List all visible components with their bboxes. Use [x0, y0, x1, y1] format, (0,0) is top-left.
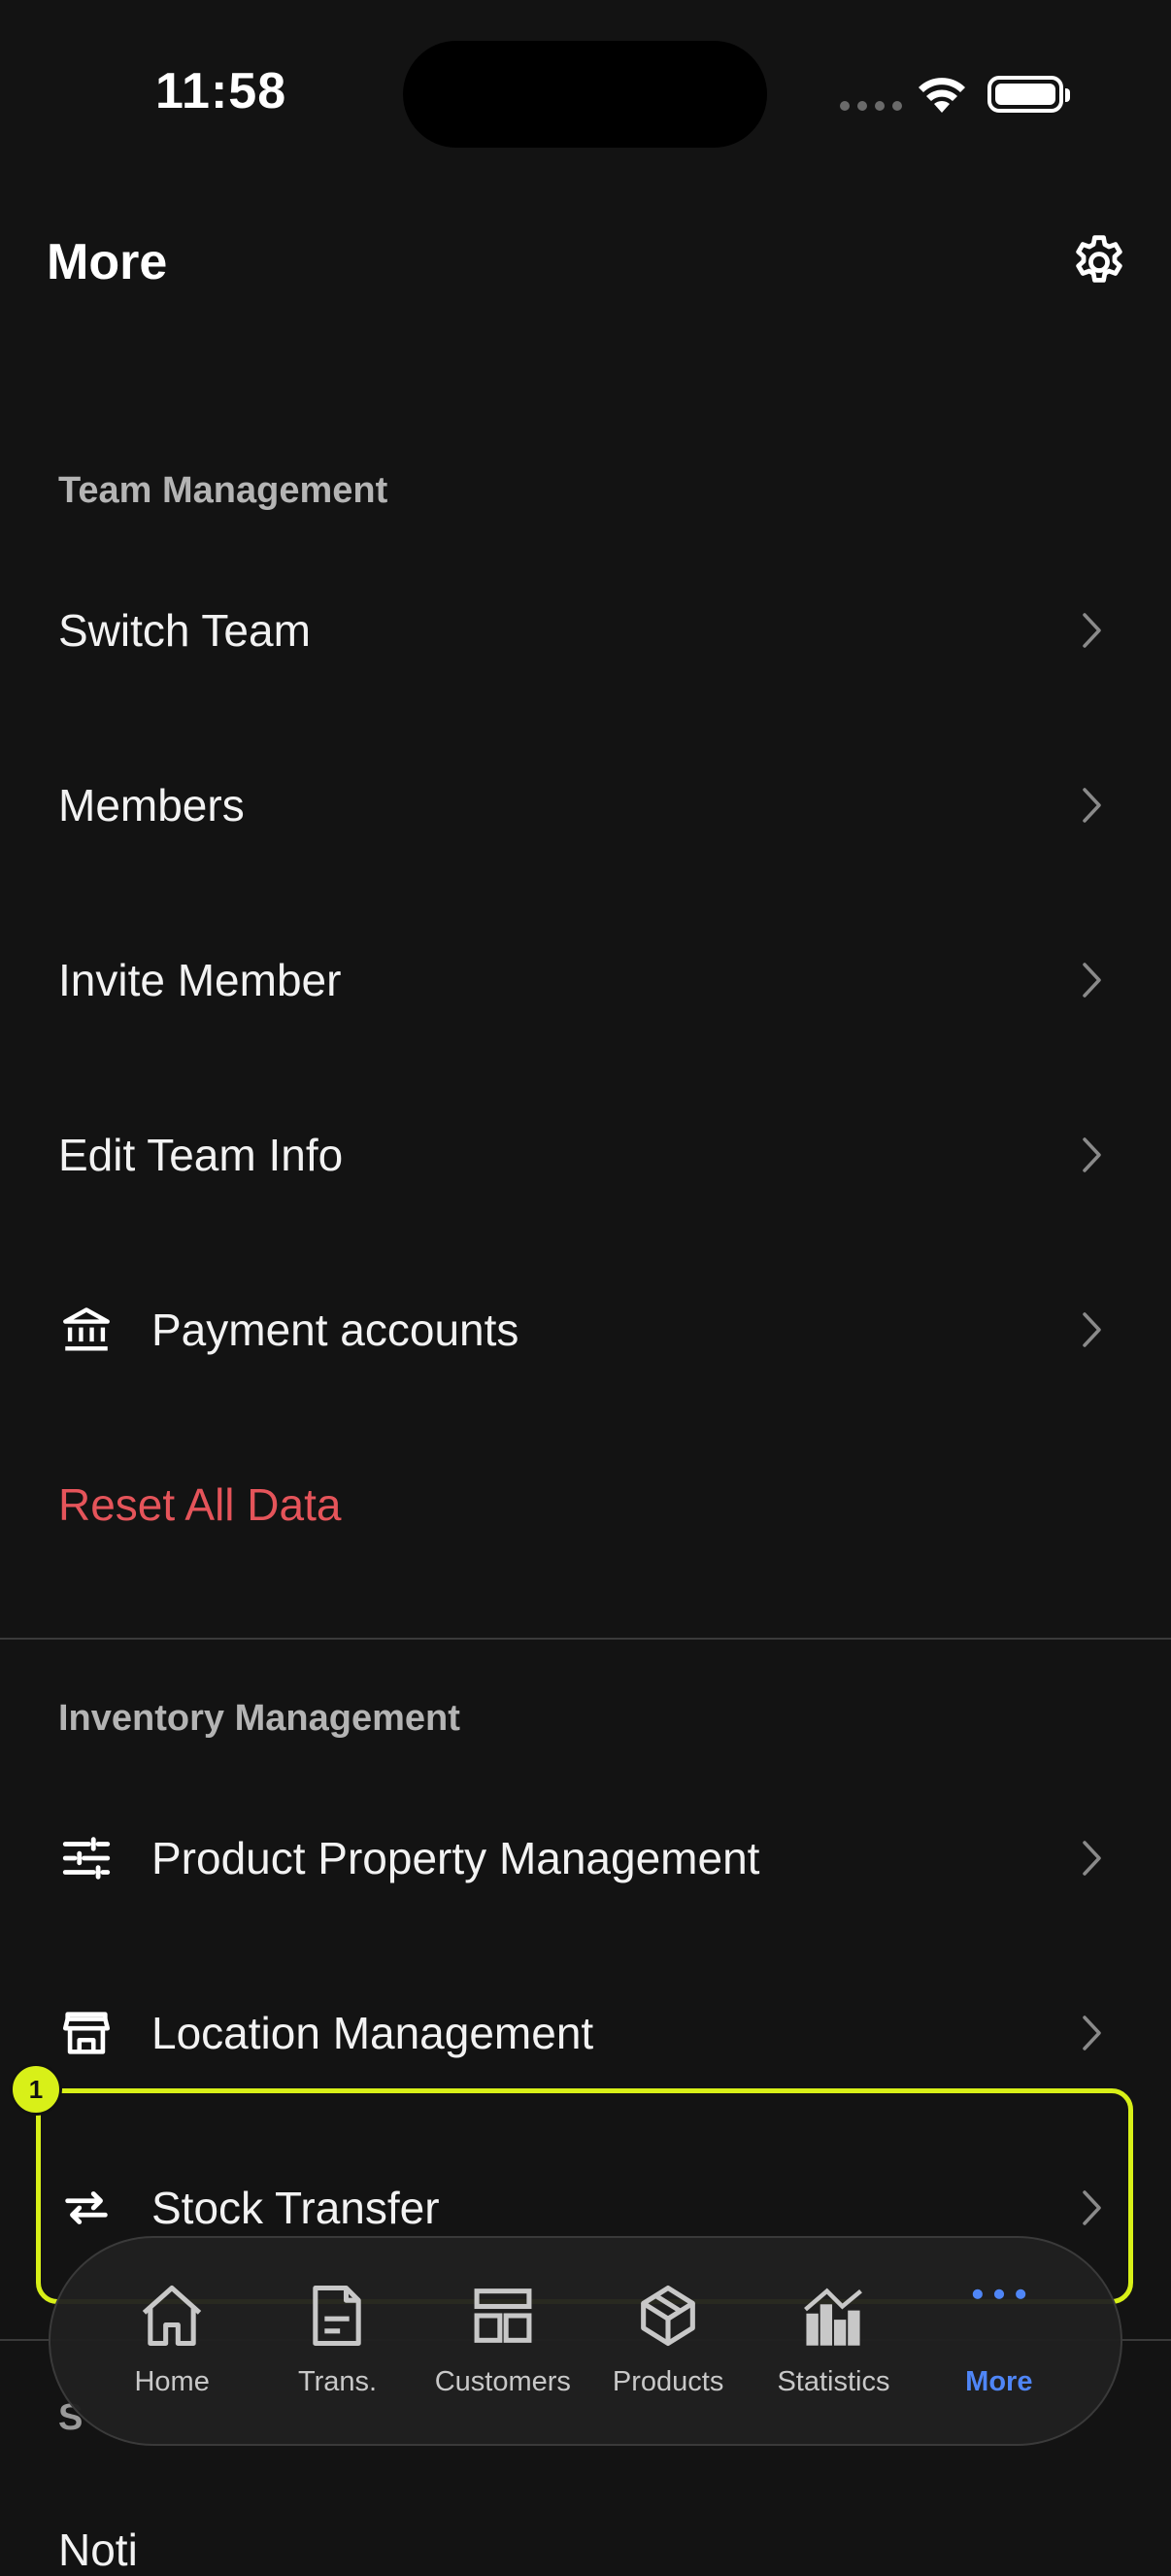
section-divider: [0, 1638, 1171, 1640]
wifi-icon: [919, 78, 965, 113]
status-time: 11:58: [155, 63, 287, 119]
tab-customers[interactable]: Customers: [420, 2238, 586, 2444]
tab-home[interactable]: Home: [89, 2238, 254, 2444]
menu-item-partial[interactable]: Noti: [58, 2524, 138, 2576]
menu-item-label: Location Management: [151, 2008, 594, 2058]
menu-item-label: Members: [58, 780, 245, 830]
tab-bar: Home Trans. Customers Products Statistic…: [49, 2236, 1122, 2446]
document-icon: [313, 2285, 362, 2347]
menu-item-product-property-management[interactable]: Product Property Management: [0, 1785, 1171, 1931]
sliders-icon: [62, 1837, 111, 1880]
tab-label: Statistics: [777, 2366, 890, 2397]
grid-icon: [474, 2288, 532, 2343]
chevron-right-icon: [1083, 788, 1101, 823]
menu-item-location-management[interactable]: Location Management: [0, 1960, 1171, 2106]
chevron-right-icon: [1083, 963, 1101, 998]
chevron-right-icon: [1083, 2016, 1101, 2051]
dynamic-island: [403, 41, 767, 148]
more-dots-icon: [972, 2288, 1026, 2299]
battery-icon: [987, 76, 1070, 113]
bank-icon: [63, 1307, 110, 1351]
page-title: More: [47, 234, 168, 290]
cellular-signal-icon: [840, 101, 902, 111]
box-icon: [641, 2285, 696, 2347]
tab-products[interactable]: Products: [586, 2238, 751, 2444]
menu-item-label: Invite Member: [58, 955, 342, 1005]
menu-item-label: Product Property Management: [151, 1833, 760, 1883]
tab-trans[interactable]: Trans.: [254, 2238, 419, 2444]
section-title-inventory-management: Inventory Management: [58, 1698, 460, 1739]
menu-item-label: Switch Team: [58, 605, 311, 656]
menu-item-label: Payment accounts: [151, 1305, 519, 1355]
tab-label: Customers: [434, 2366, 571, 2397]
bar-chart-icon: [804, 2288, 863, 2346]
chevron-right-icon: [1083, 1137, 1101, 1172]
chevron-right-icon: [1083, 1312, 1101, 1347]
menu-item-label: Reset All Data: [58, 1479, 342, 1530]
tab-label: Home: [134, 2366, 210, 2397]
menu-item-label: Edit Team Info: [58, 1130, 344, 1180]
home-icon: [142, 2285, 202, 2347]
menu-item-payment-accounts[interactable]: Payment accounts: [0, 1257, 1171, 1403]
section-title-team-management: Team Management: [58, 470, 388, 511]
highlight-badge: 1: [10, 2063, 62, 2116]
tab-more[interactable]: More: [917, 2238, 1082, 2444]
menu-item-members[interactable]: Members: [0, 732, 1171, 878]
tab-statistics[interactable]: Statistics: [751, 2238, 916, 2444]
chevron-right-icon: [1083, 613, 1101, 648]
tab-label: More: [965, 2366, 1033, 2397]
tab-label: Trans.: [297, 2366, 378, 2397]
menu-item-switch-team[interactable]: Switch Team: [0, 558, 1171, 703]
store-icon: [62, 2012, 111, 2054]
menu-item-invite-member[interactable]: Invite Member: [0, 907, 1171, 1053]
chevron-right-icon: [1083, 1841, 1101, 1876]
menu-item-edit-team-info[interactable]: Edit Team Info: [0, 1082, 1171, 1228]
tab-label: Products: [612, 2366, 724, 2397]
gear-icon[interactable]: [1068, 231, 1130, 293]
reset-all-data-button[interactable]: Reset All Data: [0, 1432, 1171, 1577]
